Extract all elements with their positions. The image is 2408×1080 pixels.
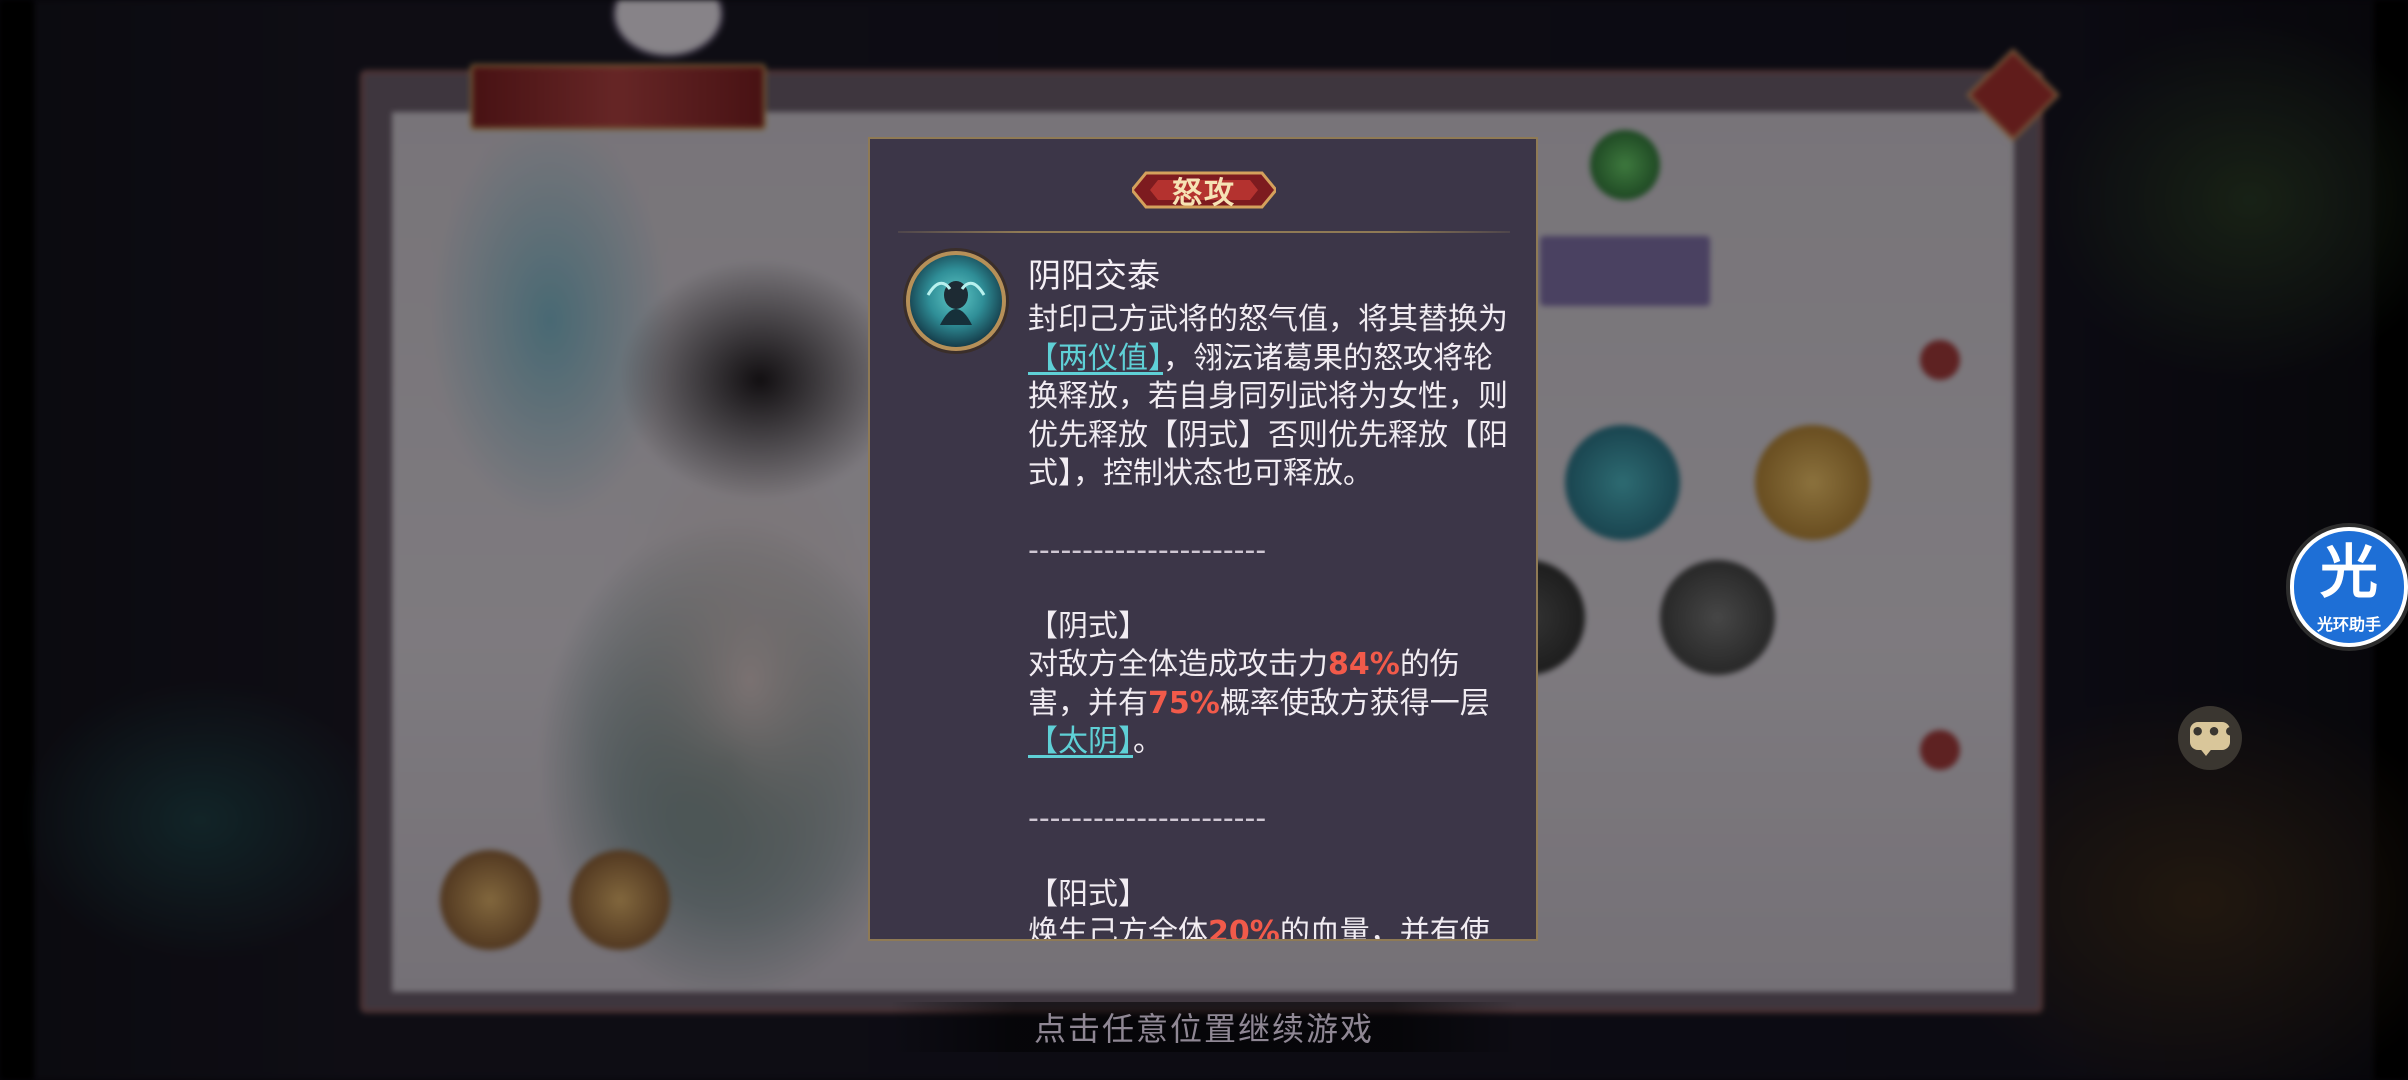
yin-mode-text: 对敌方全体造成攻击力84%的伤害，并有75%概率使敌方获得一层【太阴】。 bbox=[1028, 646, 1518, 762]
taiyin-link[interactable]: 【太阴】 bbox=[1028, 724, 1133, 759]
skill-tooltip: 怒攻 阴阳交泰 封印己方武将的怒气值，将其替换为【两仪值】，翎沄诸葛果的怒攻将轮… bbox=[868, 137, 1538, 941]
skill-description: 阴阳交泰 封印己方武将的怒气值，将其替换为【两仪值】，翎沄诸葛果的怒攻将轮换释放… bbox=[1028, 251, 1518, 941]
yang-mode-text: 焕生己方全体20%的血量，并有使 bbox=[1028, 914, 1518, 941]
liangyi-value-link[interactable]: 【两仪值】 bbox=[1028, 341, 1163, 376]
chat-bubble-icon: ••• bbox=[2190, 718, 2238, 756]
yin-text-part: 。 bbox=[1133, 724, 1163, 759]
helper-logo-icon: 光 bbox=[2319, 538, 2378, 606]
yang-text-part: 焕生己方全体 bbox=[1028, 915, 1208, 941]
section-divider: ---------------------- bbox=[1028, 800, 1267, 836]
skill-name: 阴阳交泰 bbox=[1028, 256, 1160, 295]
yin-damage-percent: 84% bbox=[1328, 647, 1400, 682]
skill-main-text: 封印己方武将的怒气值，将其替换为【两仪值】，翎沄诸葛果的怒攻将轮换释放，若自身同… bbox=[1028, 301, 1518, 494]
section-divider: ---------------------- bbox=[1028, 532, 1267, 568]
guanghuan-helper-button[interactable]: 光 光环助手 bbox=[2290, 527, 2408, 647]
yin-mode-title: 【阴式】 bbox=[1028, 608, 1148, 644]
yang-heal-percent: 20% bbox=[1208, 915, 1280, 941]
skill-desc-part: 封印己方武将的怒气值，将其替换为 bbox=[1028, 302, 1508, 337]
header-divider bbox=[898, 231, 1510, 233]
skill-type-label: 怒攻 bbox=[1172, 176, 1236, 211]
yang-text-part: 的血量，并有使 bbox=[1279, 915, 1490, 941]
hero-figure-icon bbox=[926, 281, 986, 325]
skill-portrait-icon bbox=[906, 251, 1006, 351]
yin-text-part: 对敌方全体造成攻击力 bbox=[1028, 647, 1328, 682]
helper-label: 光环助手 bbox=[2316, 615, 2381, 634]
continue-hint[interactable]: 点击任意位置继续游戏 bbox=[890, 1002, 1518, 1052]
yin-chance-percent: 75% bbox=[1148, 685, 1220, 721]
tooltip-header: 怒攻 bbox=[870, 161, 1536, 221]
skill-type-badge: 怒攻 bbox=[1132, 167, 1276, 213]
chat-button[interactable]: ••• bbox=[2178, 706, 2242, 770]
yang-mode-title: 【阳式】 bbox=[1028, 876, 1148, 912]
yin-text-part: 概率使敌方获得一层 bbox=[1219, 685, 1490, 721]
